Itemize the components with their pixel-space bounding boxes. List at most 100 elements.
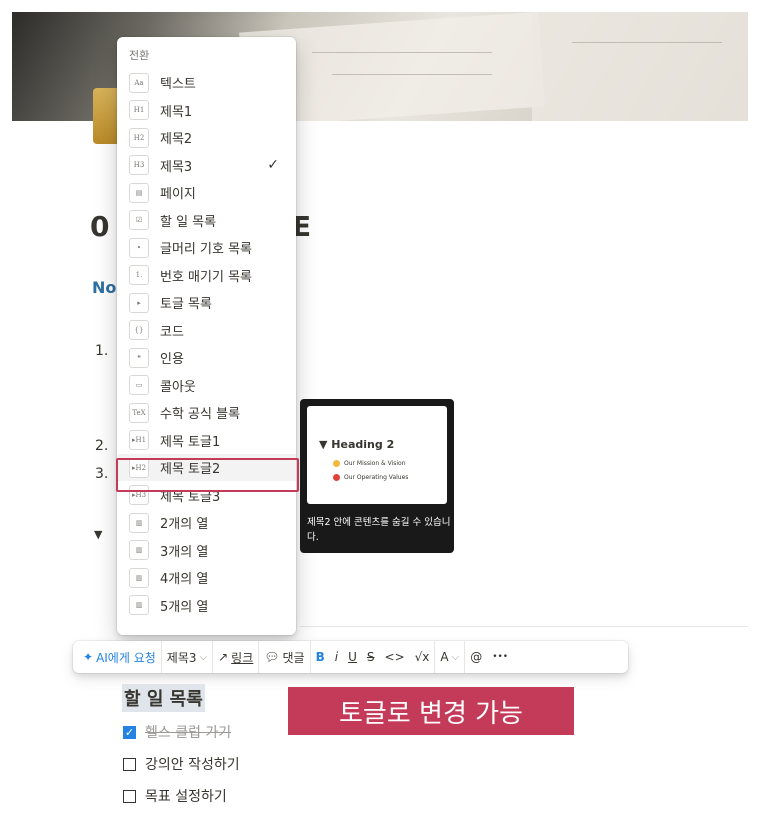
toggle-arrow-icon[interactable]: ▼ — [94, 528, 102, 541]
menu-item[interactable]: ▥ 4개의 열 — [117, 564, 296, 591]
preview-item: Our Operating Values — [333, 474, 408, 481]
cover-line — [332, 74, 492, 75]
menu-item-label: 4개의 열 — [160, 572, 209, 587]
menu-item-label: 제목3 — [160, 159, 193, 175]
menu-item-label: 텍스트 — [160, 77, 196, 92]
tex-icon: TeX — [129, 402, 149, 423]
quote-icon: ❝ — [129, 347, 149, 368]
bold-button[interactable]: B — [311, 641, 330, 673]
h2-icon: H2 — [129, 127, 149, 148]
menu-item[interactable]: ❝ 인용 — [117, 344, 296, 371]
annotation-banner: 토글로 변경 가능 — [288, 687, 574, 735]
menu-item-label: 할 일 목록 — [160, 214, 217, 230]
formatting-toolbar: ✦ AI에게 요청 제목3 ⌵ ↗ 링크 💬︎ 댓글 B i U S <> √x… — [73, 641, 628, 673]
menu-item-label: 3개의 열 — [160, 544, 209, 560]
bullet-icon: • — [129, 237, 149, 258]
menu-item[interactable]: Aa 텍스트 — [117, 69, 296, 96]
italic-button[interactable]: i — [330, 641, 343, 673]
preview-card: ▼ Heading 2 Our Mission & Vision Our Ope… — [307, 406, 447, 504]
menu-header: 전환 — [129, 49, 150, 62]
comment-button[interactable]: 💬︎ 댓글 — [259, 641, 309, 673]
columns-icon: ▥ — [129, 540, 149, 560]
chevron-down-icon: ⌵ — [451, 651, 460, 663]
list-number: 1. — [95, 343, 109, 359]
menu-item[interactable]: ▸H1 제목 토글1 — [117, 427, 296, 454]
1--icon: 1. — [129, 265, 149, 285]
checkbox[interactable] — [123, 757, 136, 771]
sparkle-icon: ✦ — [83, 650, 94, 664]
block-type-dropdown[interactable]: 제목3 ⌵ — [162, 641, 212, 673]
page-title[interactable]: 0 — [90, 210, 109, 243]
menu-item-label: 제목2 — [160, 132, 193, 147]
link-button[interactable]: ↗ 링크 — [213, 641, 258, 673]
menu-item-label: 번호 매기기 목록 — [160, 269, 252, 285]
preview-item: Our Mission & Vision — [333, 460, 406, 467]
more-options-button[interactable]: ••• — [487, 641, 513, 673]
menu-item[interactable]: ☑ 할 일 목록 — [117, 207, 296, 234]
turn-into-menu: 전환 Aa 텍스트 H1 제목1 H2 제목2 H3 제목3 ✓ ▤ 페이지 ☑ 할 일 목록 • 글머리 … — [117, 37, 296, 635]
checkmark-icon: ✓ — [267, 157, 279, 173]
menu-item[interactable]: ▥ 2개의 열 — [117, 509, 296, 536]
inline-code-button[interactable]: <> — [380, 641, 410, 673]
divider — [300, 626, 748, 627]
menu-item[interactable]: ▥ 5개의 열 — [117, 592, 296, 619]
menu-item-label: 토글 목록 — [160, 297, 212, 312]
cover-line — [312, 52, 492, 53]
menu-item[interactable]: TeX 수학 공식 블록 — [117, 399, 296, 426]
todo-item[interactable]: 목표 설정하기 — [123, 786, 227, 806]
comment-icon: 💬︎ — [264, 650, 280, 664]
toggle-arrow-icon: ▼ — [319, 438, 332, 451]
menu-item[interactable]: {} 코드 — [117, 317, 296, 344]
heart-icon — [333, 474, 340, 481]
text-color-button[interactable]: A ⌵ — [435, 641, 464, 673]
highlight-outline — [116, 458, 299, 492]
menu-item[interactable]: H1 제목1 — [117, 97, 296, 124]
callout-icon: ▭ — [129, 375, 149, 395]
columns-icon: ▥ — [129, 595, 149, 615]
code-icon: {} — [129, 320, 149, 340]
subheading[interactable]: No — [92, 278, 116, 297]
chevron-down-icon: ⌵ — [199, 651, 208, 663]
menu-item-label: 수학 공식 블록 — [160, 407, 241, 422]
menu-item-label: 5개의 열 — [160, 599, 209, 615]
arrow-up-right-icon: ↗ — [218, 650, 229, 664]
menu-item[interactable]: 1. 번호 매기기 목록 — [117, 262, 296, 289]
toggle-icon: ▸ — [129, 292, 149, 313]
h3-icon: H3 — [129, 155, 149, 175]
mention-button[interactable]: @ — [465, 641, 487, 673]
strikethrough-button[interactable]: S — [362, 641, 380, 673]
math-button[interactable]: √x — [410, 641, 435, 673]
todo-item[interactable]: ✓ 헬스 클럽 가기 — [123, 722, 231, 742]
menu-item[interactable]: ▭ 콜아웃 — [117, 372, 296, 399]
checkbox[interactable] — [123, 789, 136, 803]
menu-item[interactable]: H2 제목2 — [117, 124, 296, 151]
underline-button[interactable]: U — [343, 641, 362, 673]
list-number: 3. — [95, 466, 109, 482]
list-number: 2. — [95, 438, 109, 454]
menu-item[interactable]: H3 제목3 ✓ — [117, 152, 296, 179]
preview-heading: ▼ Heading 2 — [319, 438, 395, 451]
cover-paper-texture — [532, 12, 748, 121]
menu-item-label: 제목1 — [160, 104, 193, 120]
menu-item-label: 제목 토글1 — [160, 434, 221, 450]
checkbox-checked[interactable]: ✓ — [123, 725, 136, 739]
menu-item-label: 페이지 — [160, 187, 196, 202]
aa-icon: Aa — [129, 72, 149, 93]
toggle-h1-icon: ▸H1 — [129, 430, 149, 450]
menu-item-label: 2개의 열 — [160, 517, 209, 532]
columns-icon: ▥ — [129, 567, 149, 588]
menu-item-label: 글머리 기호 목록 — [160, 242, 252, 257]
menu-item[interactable]: • 글머리 기호 목록 — [117, 234, 296, 261]
todo-icon: ☑ — [129, 210, 149, 230]
page-icon: ▤ — [129, 182, 149, 203]
h1-icon: H1 — [129, 100, 149, 120]
todo-heading[interactable]: 할 일 목록 — [122, 684, 205, 712]
menu-item-label: 인용 — [160, 352, 184, 367]
ask-ai-button[interactable]: ✦ AI에게 요청 — [73, 641, 161, 673]
preview-description: 제목2 안에 콘텐츠를 숨길 수 있습니다. — [307, 517, 451, 543]
todo-item[interactable]: 강의안 작성하기 — [123, 754, 240, 774]
cover-line — [572, 42, 722, 43]
menu-item[interactable]: ▤ 페이지 — [117, 179, 296, 206]
menu-item[interactable]: ▸ 토글 목록 — [117, 289, 296, 316]
menu-item[interactable]: ▥ 3개의 열 — [117, 537, 296, 564]
